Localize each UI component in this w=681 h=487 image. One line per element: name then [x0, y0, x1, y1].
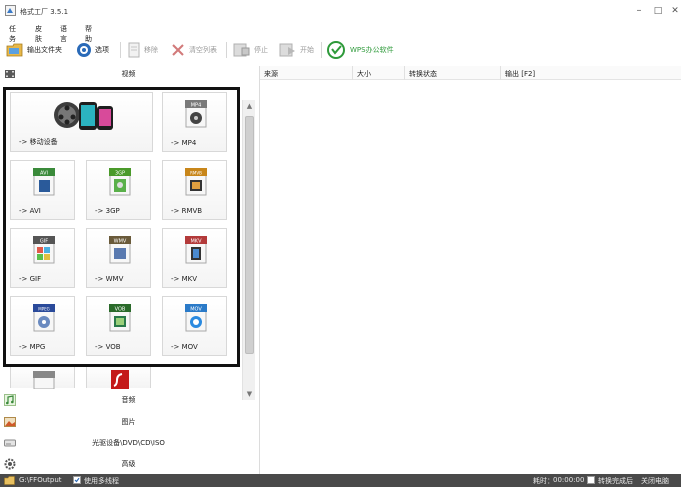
- task-list-header: 来源 大小 转换状态 输出 [F2]: [260, 66, 681, 80]
- after-convert-checkbox[interactable]: [587, 476, 595, 484]
- remove-button[interactable]: 移除: [127, 40, 158, 60]
- elapsed-time: 00:00:00: [553, 476, 585, 484]
- folder-icon[interactable]: [4, 476, 15, 485]
- category-advanced-label: 高级: [121, 460, 136, 468]
- app-window: 格式工厂 3.5.1 – □ ✕ 任务 皮肤 语言 帮助 输出文件夹 选项 移除…: [0, 0, 681, 487]
- file-format-icon: [33, 371, 55, 389]
- highlight-frame: [3, 87, 240, 367]
- task-list-panel[interactable]: 来源 大小 转换状态 输出 [F2]: [259, 66, 681, 474]
- remove-icon: [128, 42, 140, 58]
- stop-label: 停止: [254, 46, 268, 54]
- after-convert-label: 转换完成后: [598, 477, 633, 485]
- category-image-label: 图片: [121, 418, 136, 426]
- column-size[interactable]: 大小: [357, 69, 371, 79]
- flash-file-icon: [111, 370, 129, 389]
- start-label: 开始: [300, 46, 314, 54]
- options-icon: [77, 43, 91, 57]
- stop-icon: [233, 43, 250, 57]
- checkmark-icon: [74, 477, 80, 483]
- wps-office-label: WPS办公软件: [350, 46, 394, 54]
- close-button[interactable]: ✕: [669, 5, 681, 17]
- toolbar: 输出文件夹 选项 移除 清空列表 停止 开始 WPS办公软件: [0, 38, 681, 62]
- toolbar-divider: [120, 42, 121, 58]
- column-output[interactable]: 输出 [F2]: [505, 69, 535, 79]
- start-icon: [279, 43, 295, 57]
- title-bar: 格式工厂 3.5.1 – □ ✕: [0, 0, 681, 22]
- scrollbar-thumb[interactable]: [245, 116, 254, 354]
- multithread-checkbox[interactable]: [73, 476, 81, 484]
- column-status[interactable]: 转换状态: [409, 69, 437, 79]
- elapsed-label: 耗时：: [533, 477, 554, 485]
- shutdown-option[interactable]: 关闭电脑: [641, 476, 669, 486]
- format-factory-logo-icon: [5, 5, 16, 16]
- clear-list-icon: [172, 44, 184, 56]
- category-panel: 视频 -> 移动设备 MP4 -> MP4 AVI -> AVI 3GP -> …: [0, 66, 257, 474]
- minimize-button[interactable]: –: [633, 5, 645, 17]
- category-image-header[interactable]: 图片: [0, 414, 257, 430]
- column-source[interactable]: 来源: [264, 69, 278, 79]
- clear-list-label: 清空列表: [189, 46, 217, 54]
- multithread-label: 使用多线程: [84, 477, 119, 485]
- maximize-button[interactable]: □: [652, 5, 664, 17]
- format-tile-partial[interactable]: [10, 364, 75, 389]
- output-path[interactable]: G:\FFOutput: [19, 476, 62, 484]
- wps-logo-icon: [327, 41, 345, 59]
- output-folder-button[interactable]: 输出文件夹: [6, 40, 62, 60]
- format-tile-partial[interactable]: [86, 364, 151, 389]
- stop-button[interactable]: 停止: [233, 40, 268, 60]
- category-rom-label: 光驱设备\DVD\CD\ISO: [92, 439, 165, 447]
- wps-office-button[interactable]: WPS办公软件: [327, 40, 394, 60]
- output-folder-label: 输出文件夹: [27, 46, 62, 54]
- toolbar-divider: [226, 42, 227, 58]
- category-audio-header[interactable]: 音频: [0, 392, 257, 408]
- start-button[interactable]: 开始: [279, 40, 314, 60]
- options-label: 选项: [95, 46, 109, 54]
- column-divider[interactable]: [500, 66, 501, 80]
- category-rom-header[interactable]: 光驱设备\DVD\CD\ISO: [0, 435, 257, 451]
- options-button[interactable]: 选项: [76, 40, 109, 60]
- column-divider[interactable]: [352, 66, 353, 80]
- category-audio-label: 音频: [121, 396, 136, 404]
- folder-icon: [6, 43, 23, 57]
- window-title: 格式工厂 3.5.1: [20, 8, 69, 16]
- remove-label: 移除: [144, 46, 158, 54]
- toolbar-divider: [321, 42, 322, 58]
- category-advanced-header[interactable]: 高级: [0, 456, 257, 472]
- scroll-up-arrow-icon[interactable]: ▲: [243, 100, 256, 112]
- clear-list-button[interactable]: 清空列表: [170, 40, 217, 60]
- status-bar: G:\FFOutput 使用多线程 耗时： 00:00:00 转换完成后 关闭电…: [0, 474, 681, 487]
- category-video-label: 视频: [121, 70, 136, 78]
- category-video-header[interactable]: 视频: [0, 66, 257, 82]
- column-divider[interactable]: [404, 66, 405, 80]
- video-list-scrollbar[interactable]: ▲ ▼: [242, 100, 255, 400]
